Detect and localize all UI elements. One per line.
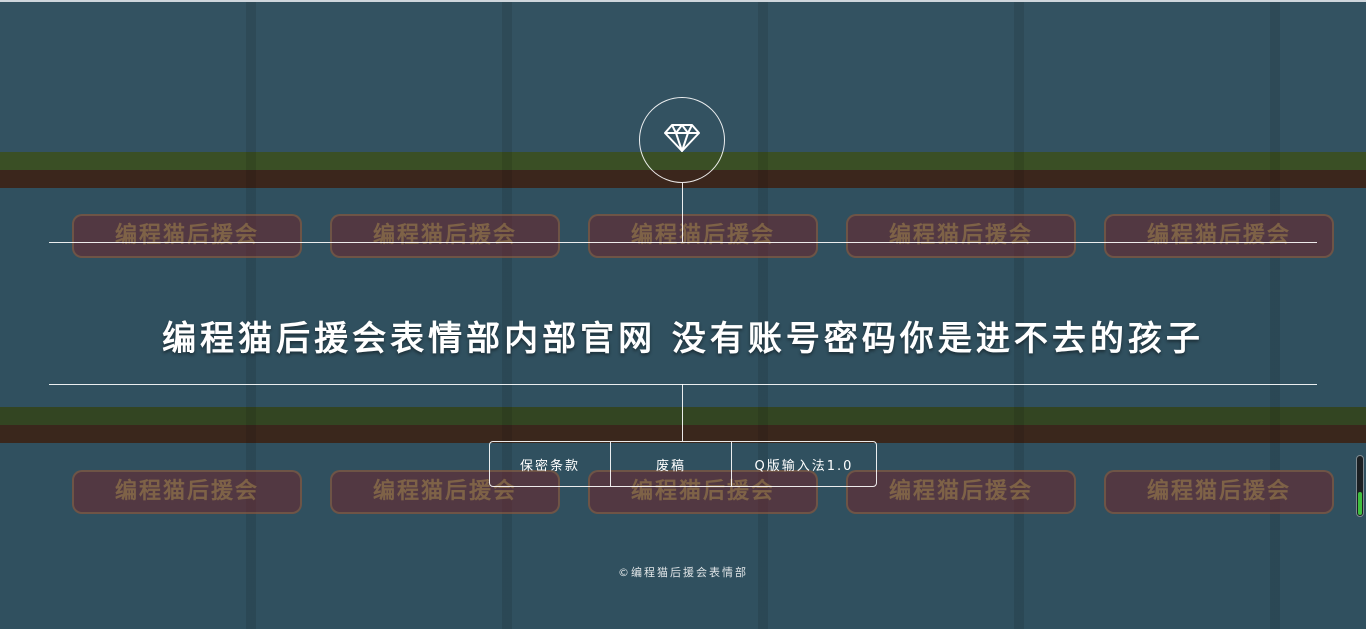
logo-circle xyxy=(639,97,725,183)
title-bottom-rule xyxy=(49,384,1317,385)
footer-copyright: ©编程猫后援会表情部 xyxy=(618,566,748,579)
scroll-indicator-fill xyxy=(1358,492,1362,515)
page-title: 编程猫后援会表情部内部官网 没有账号密码你是进不去的孩子 xyxy=(162,319,1204,360)
connector-line-top xyxy=(682,183,683,242)
nav-link-q-input-method[interactable]: Q版输入法1.0 xyxy=(732,442,876,486)
connector-line-bottom xyxy=(682,384,683,441)
diamond-icon xyxy=(664,123,700,157)
nav-link-drafts[interactable]: 废稿 xyxy=(611,442,732,486)
main-nav: 保密条款 废稿 Q版输入法1.0 xyxy=(489,441,877,487)
page: 编程猫后援会 编程猫后援会 编程猫后援会 编程猫后援会 编程猫后援会 编程猫后援… xyxy=(0,0,1366,629)
title-top-rule xyxy=(49,242,1317,243)
scroll-indicator[interactable] xyxy=(1356,455,1364,517)
nav-link-confidentiality[interactable]: 保密条款 xyxy=(490,442,611,486)
